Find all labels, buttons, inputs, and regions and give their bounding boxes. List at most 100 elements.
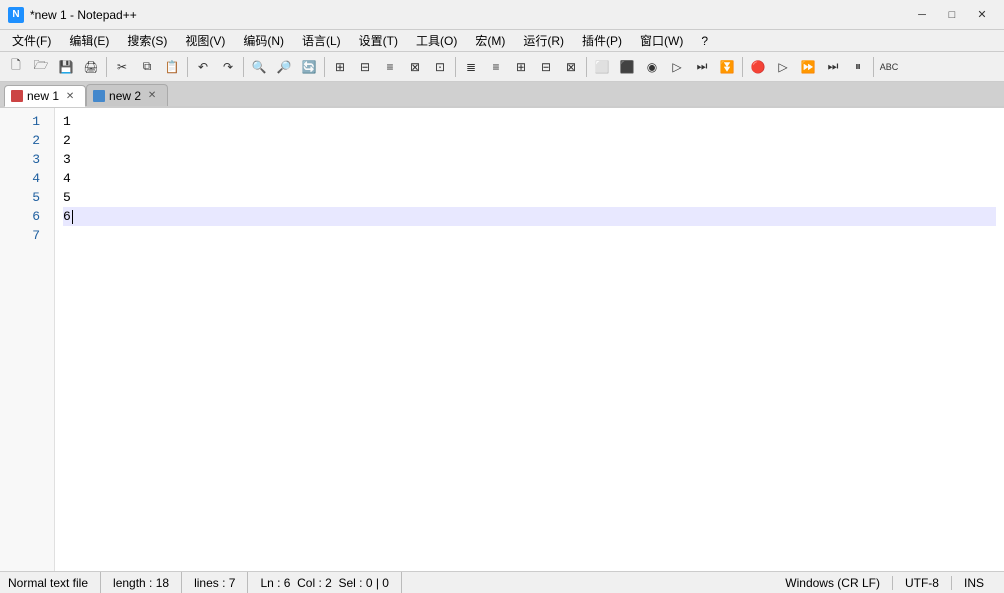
toolbar-button-3[interactable]: 🖨: [79, 55, 103, 79]
toolbar-button-9[interactable]: ↶: [191, 55, 215, 79]
toolbar-button-39[interactable]: ⏸: [846, 55, 870, 79]
toolbar-button-12[interactable]: 🔍: [247, 55, 271, 79]
toolbar-button-41[interactable]: ABC: [877, 55, 901, 79]
line-number-1: 1: [0, 112, 46, 131]
toolbar-button-36[interactable]: ▷: [771, 55, 795, 79]
menu-item-s[interactable]: 搜索(S): [119, 30, 175, 51]
toolbar: 🗋🗁💾🖨✂⧉📋↶↷🔍🔎🔄⊞⊟≡⊠⊡≣≡⊞⊟⊠⬜⬛◉▷⏭⏬🔴▷⏩⏭⏸ABC: [0, 52, 1004, 82]
toolbar-button-32[interactable]: ⏭: [690, 55, 714, 79]
status-right: Windows (CR LF) UTF-8 INS: [785, 576, 996, 590]
menu-item-o[interactable]: 工具(O): [408, 30, 465, 51]
tab-1[interactable]: new 2 ✕: [86, 84, 168, 106]
toolbar-button-25[interactable]: ⊟: [534, 55, 558, 79]
editor-line-5: 5: [63, 188, 996, 207]
tab-label-0: new 1: [27, 89, 59, 103]
menu-item-[interactable]: ?: [693, 32, 716, 50]
toolbar-button-24[interactable]: ⊞: [509, 55, 533, 79]
toolbar-button-38[interactable]: ⏭: [821, 55, 845, 79]
window-controls: ─ □ ✕: [908, 5, 996, 25]
status-lineending: Windows (CR LF): [785, 576, 893, 590]
toolbar-button-19[interactable]: ⊠: [403, 55, 427, 79]
toolbar-button-30[interactable]: ◉: [640, 55, 664, 79]
toolbar-separator: [243, 57, 244, 77]
toolbar-button-5[interactable]: ✂: [110, 55, 134, 79]
toolbar-separator: [455, 57, 456, 77]
tab-label-1: new 2: [109, 89, 141, 103]
line-text-1: 1: [63, 112, 71, 131]
menu-item-v[interactable]: 视图(V): [177, 30, 233, 51]
toolbar-button-23[interactable]: ≡: [484, 55, 508, 79]
menu-item-f[interactable]: 文件(F): [4, 30, 59, 51]
menu-item-w[interactable]: 窗口(W): [632, 30, 691, 51]
menu-bar: 文件(F)编辑(E)搜索(S)视图(V)编码(N)语言(L)设置(T)工具(O)…: [0, 30, 1004, 52]
app-icon: N: [8, 7, 24, 23]
title-bar: N *new 1 - Notepad++ ─ □ ✕: [0, 0, 1004, 30]
toolbar-button-35[interactable]: 🔴: [746, 55, 770, 79]
line-number-6: 6: [0, 207, 46, 226]
editor-content[interactable]: 123456: [55, 108, 1004, 571]
toolbar-button-22[interactable]: ≣: [459, 55, 483, 79]
status-filetype: Normal text file: [8, 572, 101, 593]
editor-line-1: 1: [63, 112, 996, 131]
toolbar-separator: [742, 57, 743, 77]
tab-close-0[interactable]: ✕: [63, 89, 77, 103]
close-button[interactable]: ✕: [968, 5, 996, 25]
menu-item-r[interactable]: 运行(R): [515, 30, 572, 51]
minimize-button[interactable]: ─: [908, 5, 936, 25]
toolbar-button-28[interactable]: ⬜: [590, 55, 614, 79]
editor-line-3: 3: [63, 150, 996, 169]
toolbar-button-13[interactable]: 🔎: [272, 55, 296, 79]
toolbar-button-17[interactable]: ⊟: [353, 55, 377, 79]
line-number-4: 4: [0, 169, 46, 188]
toolbar-button-33[interactable]: ⏬: [715, 55, 739, 79]
toolbar-separator: [106, 57, 107, 77]
maximize-button[interactable]: □: [938, 5, 966, 25]
line-numbers: 1234567: [0, 108, 55, 571]
toolbar-button-7[interactable]: 📋: [160, 55, 184, 79]
menu-item-l[interactable]: 语言(L): [294, 30, 349, 51]
toolbar-button-37[interactable]: ⏩: [796, 55, 820, 79]
line-number-7: 7: [0, 226, 46, 245]
toolbar-button-16[interactable]: ⊞: [328, 55, 352, 79]
menu-item-m[interactable]: 宏(M): [467, 30, 513, 51]
status-encoding: UTF-8: [893, 576, 952, 590]
editor-line-7: [63, 226, 996, 245]
toolbar-separator: [324, 57, 325, 77]
toolbar-button-18[interactable]: ≡: [378, 55, 402, 79]
menu-item-t[interactable]: 设置(T): [351, 30, 406, 51]
status-position: Ln : 6 Col : 2 Sel : 0 | 0: [248, 572, 402, 593]
status-lines: lines : 7: [182, 572, 248, 593]
menu-item-e[interactable]: 编辑(E): [61, 30, 117, 51]
status-length: length : 18: [101, 572, 182, 593]
editor-line-2: 2: [63, 131, 996, 150]
tab-icon-1: [93, 90, 105, 102]
toolbar-button-20[interactable]: ⊡: [428, 55, 452, 79]
line-number-5: 5: [0, 188, 46, 207]
title-text: *new 1 - Notepad++: [30, 8, 137, 22]
toolbar-button-1[interactable]: 🗁: [29, 55, 53, 79]
toolbar-button-31[interactable]: ▷: [665, 55, 689, 79]
line-number-2: 2: [0, 131, 46, 150]
toolbar-button-29[interactable]: ⬛: [615, 55, 639, 79]
toolbar-button-2[interactable]: 💾: [54, 55, 78, 79]
line-text-3: 3: [63, 150, 71, 169]
toolbar-separator: [873, 57, 874, 77]
menu-item-p[interactable]: 插件(P): [574, 30, 630, 51]
tab-0[interactable]: new 1 ✕: [4, 85, 86, 107]
status-mode: INS: [952, 576, 996, 590]
toolbar-button-0[interactable]: 🗋: [4, 55, 28, 79]
tab-bar: new 1 ✕ new 2 ✕: [0, 82, 1004, 108]
toolbar-separator: [586, 57, 587, 77]
toolbar-button-14[interactable]: 🔄: [297, 55, 321, 79]
tab-icon-0: [11, 90, 23, 102]
tab-close-1[interactable]: ✕: [145, 89, 159, 103]
line-text-4: 4: [63, 169, 71, 188]
toolbar-button-10[interactable]: ↷: [216, 55, 240, 79]
title-left: N *new 1 - Notepad++: [8, 7, 137, 23]
toolbar-separator: [187, 57, 188, 77]
toolbar-button-6[interactable]: ⧉: [135, 55, 159, 79]
menu-item-n[interactable]: 编码(N): [235, 30, 292, 51]
line-text-2: 2: [63, 131, 71, 150]
line-number-3: 3: [0, 150, 46, 169]
toolbar-button-26[interactable]: ⊠: [559, 55, 583, 79]
